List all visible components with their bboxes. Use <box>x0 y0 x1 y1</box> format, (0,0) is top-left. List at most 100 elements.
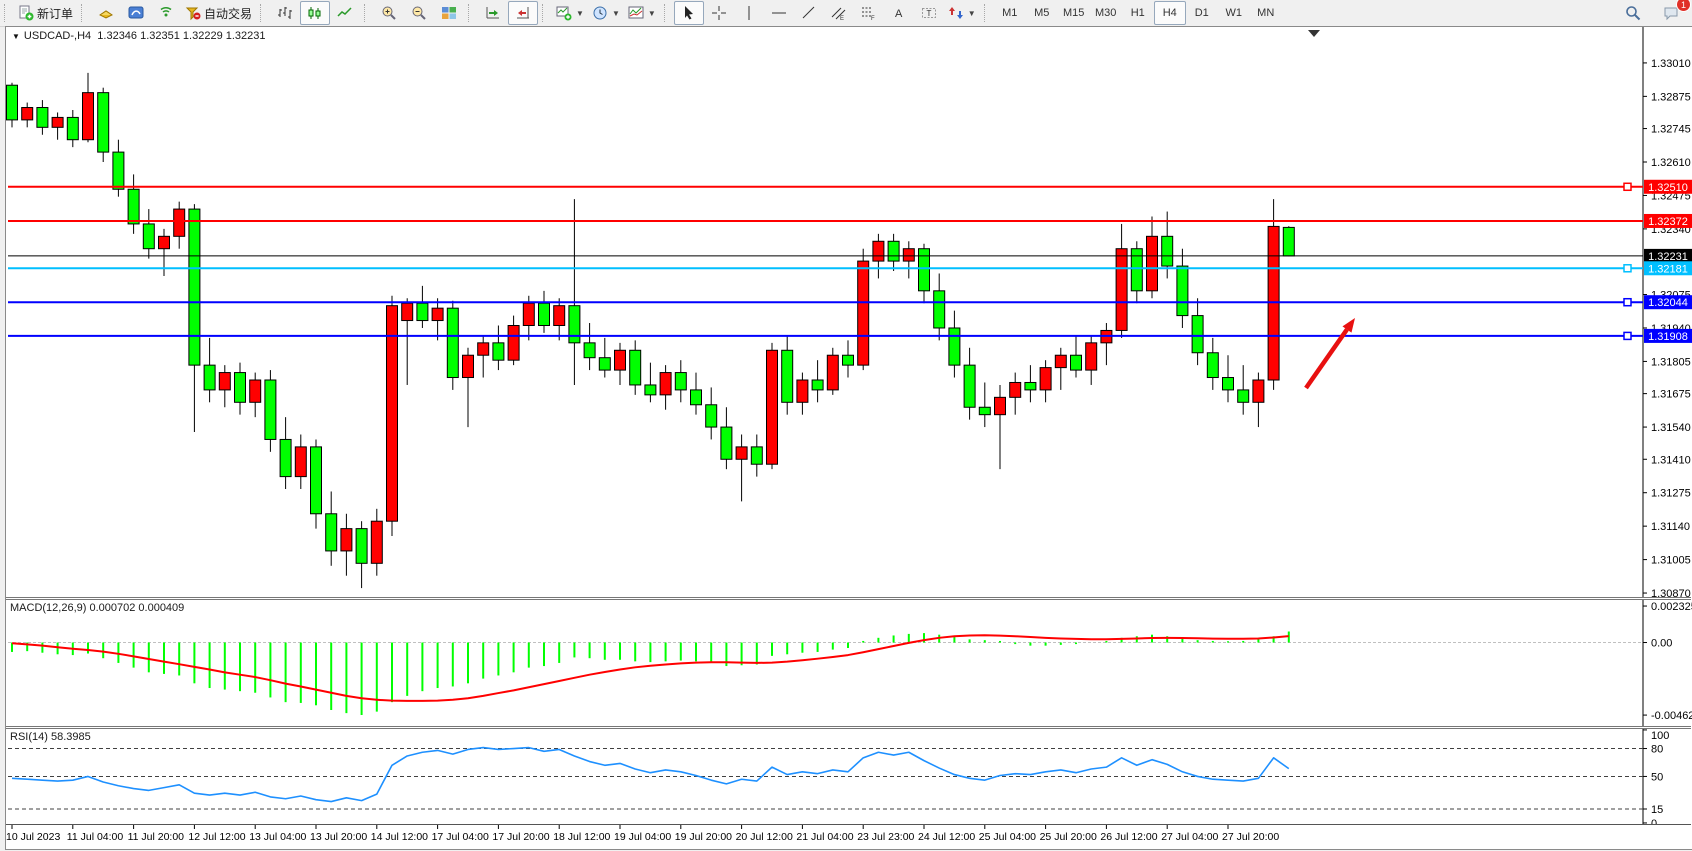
line-handle[interactable] <box>1624 299 1631 306</box>
timeframe-mn[interactable]: MN <box>1250 1 1282 25</box>
periods-button[interactable]: ▼ <box>588 1 624 25</box>
time-axis[interactable]: 10 Jul 202311 Jul 04:0011 Jul 20:0012 Ju… <box>0 825 1692 848</box>
timeframe-m30[interactable]: M30 <box>1090 1 1122 25</box>
macd-panel-plot[interactable]: 0.0023250.00-0.004624 <box>0 600 1692 726</box>
zoom-in-button[interactable] <box>374 1 404 25</box>
chart-title: ▼USDCAD-,H4 1.32346 1.32351 1.32229 1.32… <box>12 30 266 42</box>
line-handle[interactable] <box>1624 183 1631 190</box>
rsi-line <box>12 748 1289 802</box>
vertical-line-icon <box>741 5 757 21</box>
timeframe-h4[interactable]: H4 <box>1154 1 1186 25</box>
rsi-tick-label: 50 <box>1651 771 1663 783</box>
time-tick-label: 19 Jul 04:00 <box>614 831 671 843</box>
timeframe-m15[interactable]: M15 <box>1058 1 1090 25</box>
timeframe-m5-label: M5 <box>1034 7 1049 19</box>
zoom-out-button[interactable] <box>404 1 434 25</box>
auto-scroll-button[interactable] <box>478 1 508 25</box>
text-label-button[interactable]: T <box>914 1 944 25</box>
toolbar-grip[interactable] <box>4 4 11 22</box>
rsi-panel-plot[interactable]: 1008050150 <box>0 729 1692 825</box>
toolbar-grip[interactable] <box>542 4 549 22</box>
price-tick-label: 1.31140 <box>1651 521 1690 533</box>
line-chart-button[interactable] <box>330 1 360 25</box>
chart-shift-marker[interactable] <box>1308 30 1320 37</box>
toolbar-grip[interactable] <box>664 4 671 22</box>
bar-chart-button[interactable] <box>270 1 300 25</box>
chevron-down-icon[interactable]: ▼ <box>576 9 584 18</box>
templates-button[interactable]: ▼ <box>624 1 660 25</box>
candle-body <box>569 306 580 343</box>
chart-menu-icon[interactable]: ▼ <box>12 32 20 41</box>
price-tag-label: 1.32181 <box>1648 263 1688 275</box>
metaeditor-button[interactable] <box>121 1 151 25</box>
toolbar-grip[interactable] <box>468 4 475 22</box>
crosshair-icon <box>711 5 727 21</box>
arrows-button[interactable]: ▼ <box>944 1 980 25</box>
timeframe-d1[interactable]: D1 <box>1186 1 1218 25</box>
timeframe-m5[interactable]: M5 <box>1026 1 1058 25</box>
search-button[interactable] <box>1618 1 1648 25</box>
candle-body <box>189 209 200 365</box>
time-tick-label: 27 Jul 20:00 <box>1222 831 1279 843</box>
candles <box>7 73 1295 588</box>
toolbar-grip[interactable] <box>364 4 371 22</box>
chevron-down-icon[interactable]: ▼ <box>968 9 976 18</box>
candle-body <box>1238 390 1249 402</box>
toolbar-grip[interactable] <box>984 4 991 22</box>
candle-body <box>1207 353 1218 378</box>
vertical-line-button[interactable] <box>734 1 764 25</box>
candle-body <box>402 303 413 320</box>
toolbar-grip[interactable] <box>81 4 88 22</box>
timeframe-h1[interactable]: H1 <box>1122 1 1154 25</box>
autotrading-button-label: 自动交易 <box>204 5 252 22</box>
time-tick-label: 17 Jul 20:00 <box>492 831 549 843</box>
candle-body <box>949 328 960 365</box>
equidistant-channel-button[interactable]: E <box>824 1 854 25</box>
signals-button[interactable] <box>151 1 181 25</box>
candle-body <box>523 303 534 325</box>
line-handle[interactable] <box>1624 265 1631 272</box>
trendline-button[interactable] <box>794 1 824 25</box>
candle-body <box>1071 355 1082 370</box>
crosshair-button[interactable] <box>704 1 734 25</box>
price-tick-label: 1.32745 <box>1651 124 1691 136</box>
toolbar-grip[interactable] <box>260 4 267 22</box>
trend-arrow[interactable] <box>1306 329 1347 388</box>
autotrading-button[interactable]: 自动交易 <box>181 1 256 25</box>
timeframe-w1[interactable]: W1 <box>1218 1 1250 25</box>
candle-body <box>174 209 185 236</box>
svg-text:T: T <box>926 9 931 18</box>
price-tag-label: 1.31908 <box>1648 331 1688 343</box>
chart-shift-button[interactable] <box>508 1 538 25</box>
candle-body <box>797 380 808 402</box>
horizontal-line-button[interactable] <box>764 1 794 25</box>
market-depth-icon <box>98 5 114 21</box>
candle-body <box>204 365 215 390</box>
indicators-icon <box>556 5 572 21</box>
fibonacci-button[interactable]: F <box>854 1 884 25</box>
notifications-button[interactable]: 1 <box>1656 1 1686 25</box>
new-order-button[interactable]: 新订单 <box>14 1 77 25</box>
candle-body <box>1055 355 1066 367</box>
candle-body <box>1010 382 1021 397</box>
text-button[interactable]: A <box>884 1 914 25</box>
tile-windows-button[interactable] <box>434 1 464 25</box>
candle-body <box>7 85 18 120</box>
candle-body <box>280 439 291 476</box>
cursor-button[interactable] <box>674 1 704 25</box>
candle-body <box>584 343 595 358</box>
indicators-button[interactable]: ▼ <box>552 1 588 25</box>
line-handle[interactable] <box>1624 332 1631 339</box>
time-tick-label: 27 Jul 04:00 <box>1161 831 1218 843</box>
timeframe-m1[interactable]: M1 <box>994 1 1026 25</box>
chevron-down-icon[interactable]: ▼ <box>648 9 656 18</box>
candlestick-button[interactable] <box>300 1 330 25</box>
market-depth-button[interactable] <box>91 1 121 25</box>
search-icon <box>1625 5 1641 21</box>
zoom-out-icon <box>411 5 427 21</box>
main-chart-plot[interactable]: 1.330101.328751.327451.326101.324751.323… <box>0 27 1692 597</box>
chevron-down-icon[interactable]: ▼ <box>612 9 620 18</box>
candle-body <box>858 261 869 365</box>
candle-body <box>903 249 914 261</box>
svg-text:A: A <box>895 8 903 20</box>
